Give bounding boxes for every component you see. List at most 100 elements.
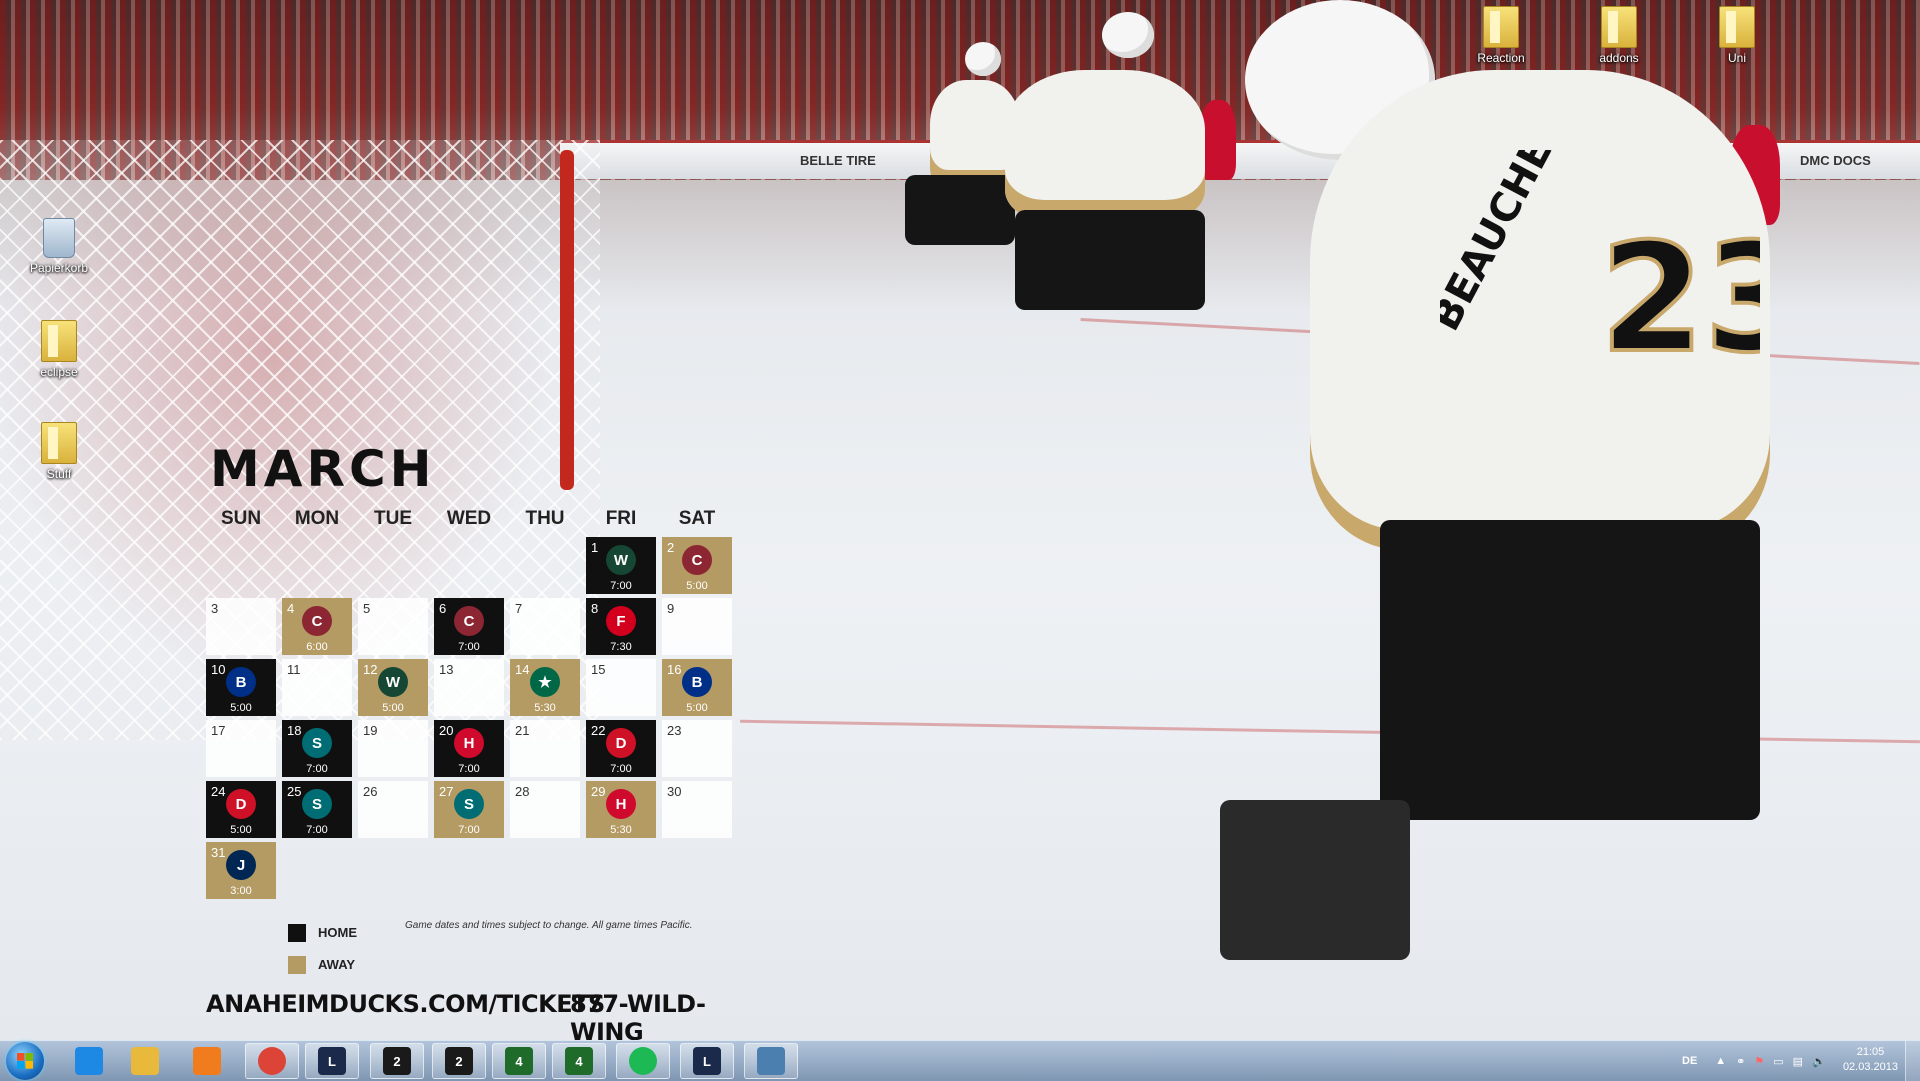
- calendar-day: 21: [510, 720, 580, 777]
- jersey-lettering: BEAUCHEMIN 23: [1440, 150, 1760, 388]
- schedule-calendar: MARCH SUN MON TUE WED THU FRI SAT 1 W 7:00 2 C 5:00…: [206, 440, 746, 1040]
- language-indicator[interactable]: DE: [1682, 1055, 1697, 1067]
- show-hidden-icons-icon[interactable]: ▲: [1715, 1055, 1726, 1067]
- day-number: 7: [515, 601, 523, 616]
- weekday-header: WED: [446, 508, 492, 529]
- weekday-header: MON: [294, 508, 340, 529]
- schedule-disclaimer: Game dates and times subject to change. …: [405, 920, 693, 931]
- wild-logo-icon: W: [378, 667, 408, 697]
- desktop-icon-eclipse[interactable]: eclipse: [24, 320, 94, 379]
- taskbar-app-button[interactable]: 4: [492, 1043, 546, 1079]
- calendar-day: 15: [586, 659, 656, 716]
- desktop-icon-reaction[interactable]: Reaction: [1466, 6, 1536, 65]
- calendar-game-day: 24 D 5:00: [206, 781, 276, 838]
- day-number: 14: [515, 662, 530, 677]
- starcraft-icon: 4: [565, 1047, 593, 1075]
- taskbar-app-button[interactable]: [744, 1043, 798, 1079]
- weekday-header: SUN: [220, 508, 262, 529]
- taskbar-app-button[interactable]: 2: [370, 1043, 424, 1079]
- weekday-header: THU: [525, 508, 565, 529]
- calendar-game-day: 6 C 7:00: [434, 598, 504, 655]
- legend-away-swatch: [288, 956, 306, 974]
- calendar-month: MARCH: [210, 440, 436, 498]
- day-number: 12: [363, 662, 378, 677]
- day-number: 19: [363, 723, 378, 738]
- taskbar-app-button[interactable]: 4: [552, 1043, 606, 1079]
- wild-logo-icon: W: [606, 545, 636, 575]
- recycle-bin-icon: [43, 218, 75, 258]
- day-number: 13: [439, 662, 454, 677]
- desktop-icon-label: addons: [1599, 51, 1639, 65]
- desktop-icon-stuff[interactable]: Stuff: [24, 422, 94, 481]
- taskbar-app-button[interactable]: 2: [432, 1043, 486, 1079]
- game-time: 6:00: [306, 641, 328, 653]
- day-number: 21: [515, 723, 530, 738]
- starcraft2-icon: 2: [383, 1047, 411, 1075]
- calendar-day: 13: [434, 659, 504, 716]
- volume-icon[interactable]: 🔈: [1812, 1055, 1826, 1068]
- calendar-day: 7: [510, 598, 580, 655]
- day-number: 8: [591, 601, 599, 616]
- blues-logo-icon: B: [682, 667, 712, 697]
- league-of-legends-icon: L: [318, 1047, 346, 1075]
- calendar-game-day: 14 ★ 5:30: [510, 659, 580, 716]
- calendar-day: 11: [282, 659, 352, 716]
- folder-icon: [1601, 6, 1637, 48]
- clock[interactable]: 21:05 02.03.2013: [1843, 1045, 1898, 1075]
- desktop-icon-label: eclipse: [40, 365, 78, 379]
- calendar-game-day: 2 C 5:00: [662, 537, 732, 594]
- calendar-game-day: 12 W 5:00: [358, 659, 428, 716]
- calendar-game-day: 16 B 5:00: [662, 659, 732, 716]
- league-of-legends-icon: L: [693, 1047, 721, 1075]
- calendar-game-day: 25 S 7:00: [282, 781, 352, 838]
- action-center-icon[interactable]: ⚑: [1754, 1055, 1764, 1068]
- taskbar-app-button[interactable]: [118, 1043, 172, 1079]
- calendar-day: 3: [206, 598, 276, 655]
- wallpaper-goal-post: [560, 150, 574, 490]
- starcraft-icon: 4: [505, 1047, 533, 1075]
- day-number: 23: [667, 723, 682, 738]
- board-ad: DMC DOCS: [1800, 153, 1871, 168]
- day-number: 1: [591, 540, 599, 555]
- display-icon[interactable]: ▭: [1773, 1055, 1783, 1068]
- network-share-icon[interactable]: ⚭: [1736, 1055, 1745, 1068]
- game-time: 7:00: [306, 824, 328, 836]
- calendar-day: 23: [662, 720, 732, 777]
- taskbar-app-button[interactable]: [62, 1043, 116, 1079]
- desktop-icon-addons[interactable]: addons: [1584, 6, 1654, 65]
- day-number: 27: [439, 784, 454, 799]
- day-number: 6: [439, 601, 447, 616]
- game-time: 7:00: [610, 580, 632, 592]
- taskbar-app-button[interactable]: L: [680, 1043, 734, 1079]
- taskbar-app-button[interactable]: L: [305, 1043, 359, 1079]
- sharks-logo-icon: S: [302, 789, 332, 819]
- game-time: 7:00: [458, 641, 480, 653]
- chrome-icon: [258, 1047, 286, 1075]
- calendar-day: 28: [510, 781, 580, 838]
- calendar-game-day: 22 D 7:00: [586, 720, 656, 777]
- calendar-game-day: 31 J 3:00: [206, 842, 276, 899]
- legend-home-label: HOME: [318, 925, 357, 940]
- blue-jackets-logo-icon: J: [226, 850, 256, 880]
- calendar-game-day: 18 S 7:00: [282, 720, 352, 777]
- network-icon[interactable]: ▤: [1793, 1055, 1803, 1068]
- game-time: 5:00: [382, 702, 404, 714]
- folder-icon: [41, 320, 77, 362]
- taskbar-app-button[interactable]: [616, 1043, 670, 1079]
- game-time: 7:00: [306, 763, 328, 775]
- day-number: 31: [211, 845, 226, 860]
- game-time: 3:00: [230, 885, 252, 897]
- sharks-logo-icon: S: [302, 728, 332, 758]
- calendar-game-day: 20 H 7:00: [434, 720, 504, 777]
- show-desktop-button[interactable]: [1905, 1041, 1920, 1081]
- game-time: 7:00: [610, 763, 632, 775]
- tickets-phone: 877-WILD-WING: [570, 990, 706, 1040]
- day-number: 11: [287, 662, 301, 677]
- taskbar-app-button[interactable]: [245, 1043, 299, 1079]
- calendar-game-day: 29 H 5:30: [586, 781, 656, 838]
- taskbar-app-button[interactable]: [180, 1043, 234, 1079]
- start-button[interactable]: [6, 1042, 44, 1080]
- desktop-icon-uni[interactable]: Uni: [1702, 6, 1772, 65]
- desktop-icon-recycle-bin[interactable]: Papierkorb: [24, 218, 94, 275]
- game-time: 5:00: [230, 702, 252, 714]
